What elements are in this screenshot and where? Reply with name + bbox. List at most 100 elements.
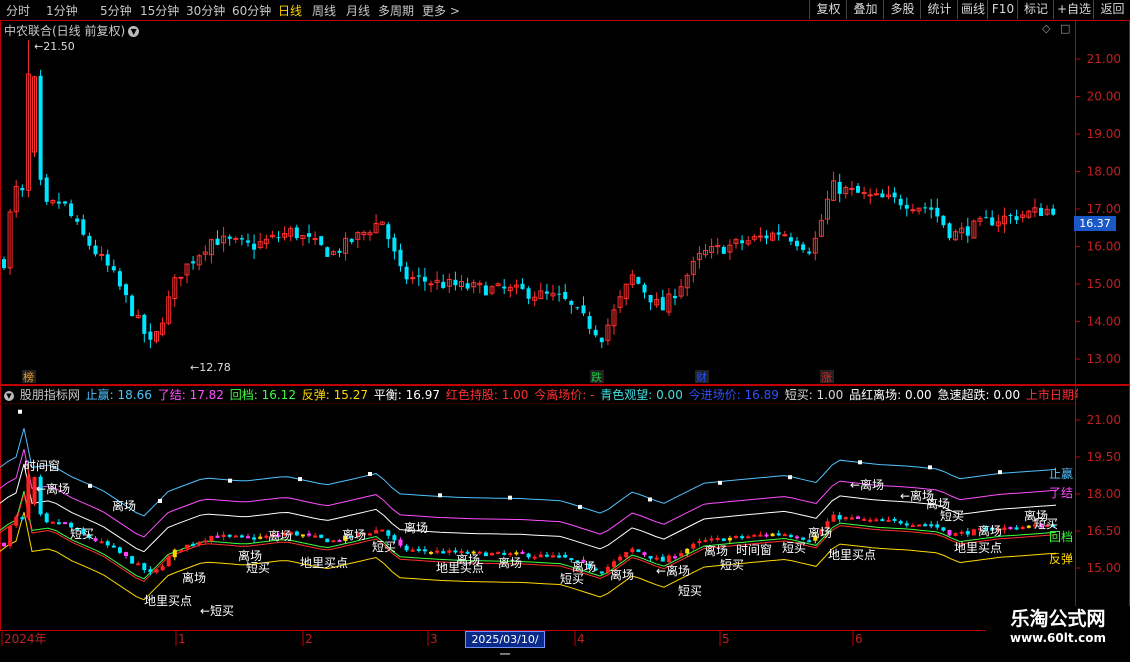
indicator-field: 回档: 16.12	[225, 388, 296, 402]
indicator-candle-body	[557, 555, 562, 558]
indicator-annotation: 短买	[1034, 517, 1058, 531]
price-candle-body	[910, 209, 916, 212]
indicator-candle-body	[117, 547, 122, 553]
price-candle-body	[502, 286, 507, 289]
main-y-tick-label: 13.00	[1087, 352, 1121, 366]
indicator-candle-body	[904, 523, 909, 526]
price-candle-body	[319, 236, 324, 245]
indicator-annotation: 时间窗	[736, 543, 772, 557]
indicator-candle-body	[941, 527, 946, 531]
indicator-candle-body	[721, 538, 726, 542]
indicator-y-tick-label: 16.50	[1087, 524, 1121, 538]
band-marker-dot	[578, 504, 582, 509]
price-candle-body	[795, 240, 799, 247]
price-candle-body	[520, 283, 525, 289]
price-candle-body	[56, 201, 61, 204]
price-candle-body	[337, 250, 342, 253]
band-label: 了结	[1049, 486, 1073, 500]
indicator-candle-body	[923, 524, 928, 527]
indicator-candle-body	[1014, 527, 1019, 530]
price-candle-body	[81, 219, 86, 235]
indicator-candle-body	[1026, 525, 1031, 528]
indicator-candle-body	[642, 552, 647, 556]
main-y-tick-label: 15.00	[1087, 277, 1121, 291]
indicator-candle-body	[740, 536, 745, 539]
indicator-annotation: 离场	[182, 570, 206, 585]
price-candle-body	[93, 245, 98, 255]
indicator-y-tick-label: 15.00	[1087, 561, 1121, 575]
price-candle-body	[63, 201, 67, 204]
indicator-candle-body	[947, 530, 952, 536]
price-candle-body	[965, 226, 970, 236]
indicator-chevron-icon[interactable]: ▼	[4, 391, 14, 401]
time-axis-label: 6	[855, 632, 863, 646]
indicator-candle-body	[965, 531, 970, 535]
indicator-candle-body	[673, 556, 677, 559]
indicator-candle-body	[130, 556, 135, 564]
indicator-field: 红色持股: 1.00	[442, 388, 529, 402]
price-candle-body	[941, 215, 946, 226]
indicator-candle-body	[654, 557, 659, 560]
indicator-candle-body	[1008, 527, 1013, 530]
indicator-annotation: 短买	[560, 572, 584, 586]
band-marker-dot	[648, 497, 652, 502]
indicator-candle-body	[124, 552, 128, 557]
price-candle-body	[801, 244, 806, 250]
indicator-band-line	[0, 449, 1057, 538]
indicator-candle-body	[178, 549, 183, 552]
indicator-candle-body	[142, 563, 147, 571]
price-candle-body	[673, 295, 677, 299]
price-candle-body	[526, 288, 531, 299]
indicator-annotation: 离场	[404, 520, 428, 535]
indicator-candle-body	[398, 539, 403, 546]
indicator-candle-body	[166, 556, 171, 567]
indicator-candle-body	[734, 535, 738, 538]
indicator-candle-body	[526, 553, 531, 558]
price-candle-body	[873, 193, 879, 196]
indicator-annotation: 离场	[610, 567, 634, 582]
band-marker-dot	[718, 480, 722, 485]
indicator-candle-body	[758, 534, 763, 537]
price-candle-body	[947, 223, 952, 239]
cursor-date-label: 2025/03/10/一	[465, 631, 545, 661]
indicator-candle-body	[849, 517, 854, 520]
indicator-candle-body	[551, 555, 555, 558]
price-candle-body	[929, 207, 934, 210]
price-candle-body	[782, 234, 788, 237]
main-y-tick-label: 17.00	[1087, 202, 1121, 216]
main-y-tick-label: 20.00	[1087, 90, 1121, 104]
indicator-annotation: 离场	[342, 527, 366, 542]
price-candle-body	[404, 266, 409, 280]
indicator-candle-body	[294, 531, 299, 536]
price-candle-body	[544, 291, 549, 294]
price-candle-body	[861, 191, 867, 194]
price-candle-body	[849, 187, 855, 190]
time-axis-label: 4	[577, 632, 585, 646]
indicator-candle-body	[679, 552, 684, 557]
indicator-candle-body	[56, 522, 61, 525]
indicator-candle-body	[239, 535, 244, 538]
band-marker-dot	[508, 495, 512, 500]
price-candle-body	[581, 305, 586, 314]
main-y-tick-label: 14.00	[1087, 315, 1121, 329]
price-candle-body	[593, 329, 598, 336]
indicator-annotation: ←离场	[850, 477, 884, 492]
price-candle-body	[648, 294, 653, 303]
indicator-candle-body	[422, 549, 427, 552]
price-candle-body	[1051, 208, 1056, 215]
indicator-candle-body	[233, 535, 238, 538]
indicator-candle-body	[300, 534, 305, 537]
chart-canvas[interactable]: ←21.50←12.78榜跌财涨 止赢了结回档反弹 时间窗←离场离场短买离场地里…	[0, 0, 1130, 650]
indicator-candle-body	[685, 548, 690, 554]
price-candle-body	[276, 237, 281, 239]
indicator-candle-body	[703, 539, 708, 542]
indicator-candle-body	[435, 550, 440, 553]
indicator-annotation: 短买	[720, 558, 744, 572]
price-candle-body	[923, 207, 928, 209]
price-candle-body	[20, 187, 25, 191]
band-label: 回档	[1049, 530, 1073, 544]
indicator-candle-body	[709, 538, 714, 541]
price-candle-body	[1008, 214, 1013, 216]
indicator-candle-body	[404, 545, 409, 551]
price-candle-body	[764, 235, 769, 239]
